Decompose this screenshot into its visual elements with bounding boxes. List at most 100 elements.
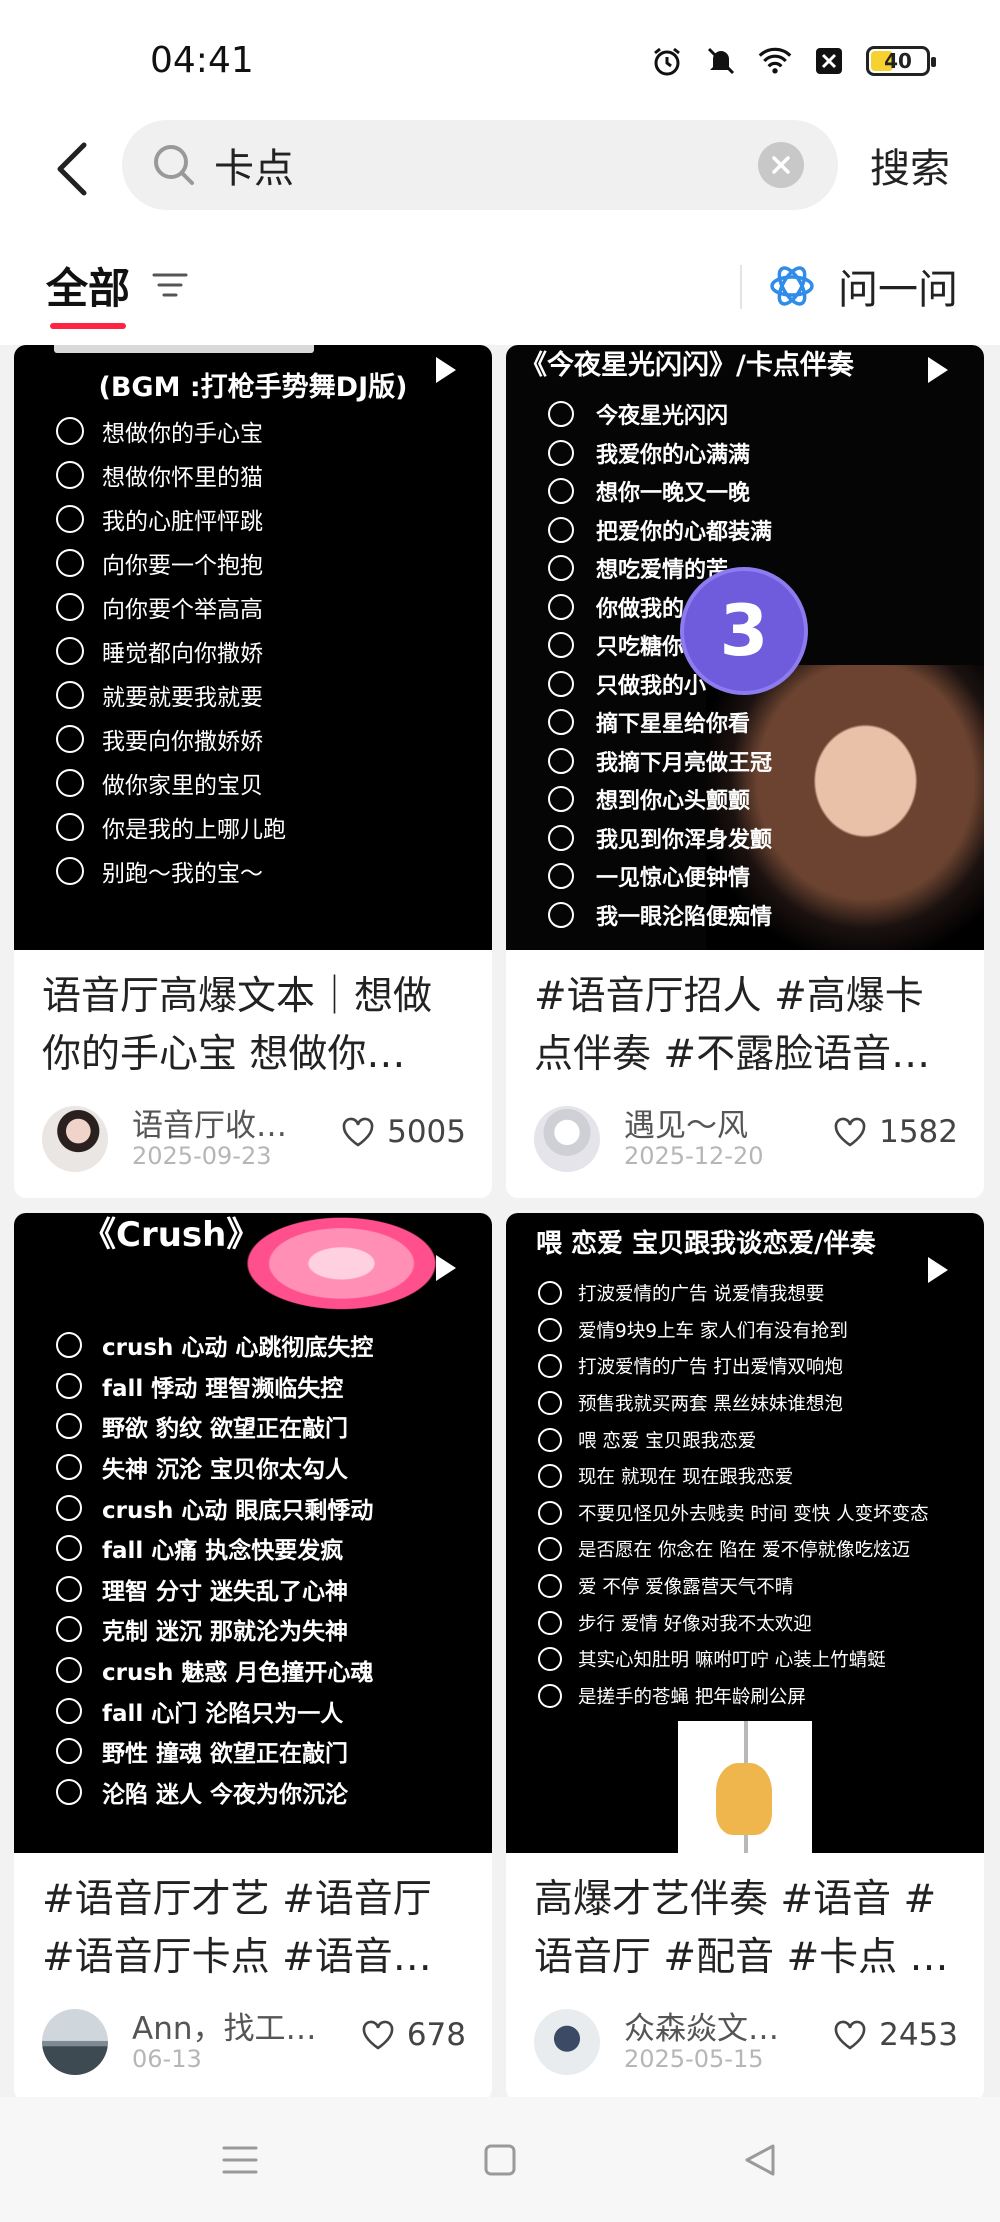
lyric-line: 爱情9块9上车 家人们有没有抢到 xyxy=(538,1312,929,1349)
back-nav-button[interactable] xyxy=(735,2135,785,2185)
lyric-line: 就要就要我就要 xyxy=(56,673,286,717)
lyric-line: 想做你的手心宝 xyxy=(56,409,286,453)
result-card[interactable]: 喂 恋爱 宝贝跟我谈恋爱/伴奏 打波爱情的广告 说爱情我想要 爱情9块9上车 家人… xyxy=(506,1213,984,2097)
checkbox-circle-icon xyxy=(538,1354,562,1379)
result-card[interactable]: 《今夜星光闪闪》/卡点伴奏 今夜星光闪闪 我爱你的心满满 想你一晚又一晚 把爱你的心都… xyxy=(506,345,984,1198)
checkbox-circle-icon xyxy=(56,1494,82,1521)
play-icon xyxy=(436,1255,456,1281)
lyric-text: 想做你的手心宝 xyxy=(102,421,263,447)
author-name: Ann，找工… xyxy=(132,2011,317,2047)
lyric-text: 今夜星光闪闪 xyxy=(596,404,729,430)
checkbox-circle-icon xyxy=(548,478,574,505)
cover-heading: (BGM :打枪手势舞DJ版) xyxy=(98,372,408,403)
like-button[interactable]: 1582 xyxy=(833,1114,958,1150)
menu-icon xyxy=(222,2146,258,2173)
status-bar: 04:41 40 xyxy=(0,0,1000,120)
lyric-text: fall 悸动 理智濒临失控 xyxy=(102,1375,344,1402)
avatar[interactable] xyxy=(42,2009,108,2075)
checkbox-circle-icon xyxy=(538,1391,562,1416)
lyric-text: 我的心脏怦怦跳 xyxy=(102,509,263,535)
ask-button[interactable]: 问一问 xyxy=(768,257,958,315)
like-button[interactable]: 2453 xyxy=(833,2017,958,2053)
lyric-line: fall 悸动 理智濒临失控 xyxy=(56,1366,373,1407)
lyric-text: 我见到你浑身发颤 xyxy=(596,827,773,853)
home-nav-button[interactable] xyxy=(475,2135,525,2185)
avatar[interactable] xyxy=(42,1106,108,1172)
lyric-line: 我见到你浑身发颤 xyxy=(548,819,772,858)
lyric-text: 野欲 豹纹 欲望正在敲门 xyxy=(102,1416,349,1443)
search-input[interactable]: 卡点 xyxy=(122,120,838,210)
lyric-text: 失神 沉沦 宝贝你太勾人 xyxy=(102,1457,349,1484)
lyric-text: 想做你怀里的猫 xyxy=(102,465,263,491)
post-date: 2025-12-20 xyxy=(624,1142,764,1170)
lyric-line: 是搓手的苍蝇 把年龄刷公屏 xyxy=(538,1678,929,1715)
checkbox-circle-icon xyxy=(548,593,574,620)
lyric-text: 打波爱情的广告 打出爱情双响炮 xyxy=(578,1357,843,1379)
lyric-text: 做你家里的宝贝 xyxy=(102,773,263,799)
play-icon xyxy=(436,357,456,383)
like-count: 678 xyxy=(406,2017,466,2053)
result-card[interactable]: (BGM :打枪手势舞DJ版) 想做你的手心宝 想做你怀里的猫 我的心脏怦怦跳 向你要… xyxy=(14,345,492,1198)
checkbox-circle-icon xyxy=(56,1332,82,1359)
result-card[interactable]: 《Crush》 crush 心动 心跳彻底失控 fall 悸动 理智濒临失控 野欲 … xyxy=(14,1213,492,2097)
checkbox-circle-icon xyxy=(538,1683,562,1708)
lyric-line: 想到你心头颤颤 xyxy=(548,780,772,819)
lyric-line: crush 心动 眼底只剩悸动 xyxy=(56,1487,373,1528)
checkbox-circle-icon xyxy=(56,593,84,621)
doge-meme-image xyxy=(678,1721,812,1853)
tab-all[interactable]: 全部 xyxy=(46,255,130,316)
lyric-line: 是否愿在 你念在 陷在 爱不停就像吃炫迈 xyxy=(538,1531,929,1568)
wifi-icon xyxy=(758,44,792,78)
lyric-text: 其实心知肚明 嘛咐叮咛 心装上竹蜻蜓 xyxy=(578,1650,886,1672)
lyric-line: 其实心知肚明 嘛咐叮咛 心装上竹蜻蜓 xyxy=(538,1641,929,1678)
lyric-text: 我爱你的心满满 xyxy=(596,442,751,468)
lyric-line: 我摘下月亮做王冠 xyxy=(548,742,772,781)
lyric-line: 向你要一个抱抱 xyxy=(56,541,286,585)
card-title: 语音厅高爆文本｜想做你的手心宝 想做你… xyxy=(42,974,433,1077)
like-button[interactable]: 5005 xyxy=(341,1114,466,1150)
play-icon xyxy=(928,1257,948,1283)
checkbox-circle-icon xyxy=(56,1575,82,1602)
countdown-number: 3 xyxy=(719,590,769,672)
lyric-text: 向你要个举高高 xyxy=(102,597,263,623)
checkbox-circle-icon xyxy=(548,709,574,736)
like-count: 1582 xyxy=(879,1114,958,1150)
avatar[interactable] xyxy=(534,2009,600,2075)
lyric-text: 我摘下月亮做王冠 xyxy=(596,750,773,776)
post-date: 2025-05-15 xyxy=(624,2045,764,2073)
checkbox-circle-icon xyxy=(56,1535,82,1562)
search-button[interactable]: 搜索 xyxy=(870,136,950,194)
chevron-left-icon xyxy=(57,142,87,196)
back-button[interactable] xyxy=(42,134,102,204)
card-cover: (BGM :打枪手势舞DJ版) 想做你的手心宝 想做你怀里的猫 我的心脏怦怦跳 向你要… xyxy=(14,345,492,950)
lyric-line: 你是我的上哪儿跑 xyxy=(56,805,286,849)
lyric-line: 我要向你撒娇娇 xyxy=(56,717,286,761)
lyric-text: 预售我就买两套 黑丝妹妹谁想泡 xyxy=(578,1394,843,1416)
avatar[interactable] xyxy=(534,1106,600,1172)
lyric-text: 打波爱情的广告 说爱情我想要 xyxy=(578,1284,825,1306)
system-nav-bar xyxy=(0,2097,1000,2222)
checkbox-circle-icon xyxy=(56,505,84,533)
checkbox-circle-icon xyxy=(538,1574,562,1599)
lyric-line: 想你一晚又一晚 xyxy=(548,472,772,511)
checkbox-circle-icon xyxy=(56,1372,82,1399)
lyric-text: fall 心痛 执念快要发疯 xyxy=(102,1538,344,1565)
checkbox-circle-icon xyxy=(56,1738,82,1765)
no-sim-icon xyxy=(812,44,846,78)
menu-nav-button[interactable] xyxy=(215,2135,265,2185)
checkbox-circle-icon xyxy=(548,824,574,851)
cover-heading: 《今夜星光闪闪》/卡点伴奏 xyxy=(520,350,854,381)
filter-icon[interactable] xyxy=(150,265,190,305)
card-cover: 《Crush》 crush 心动 心跳彻底失控 fall 悸动 理智濒临失控 野欲 … xyxy=(14,1213,492,1853)
card-title: 高爆才艺伴奏 #语音 #语音厅 #配音 #卡点 … xyxy=(534,1877,949,1980)
checkbox-circle-icon xyxy=(56,1413,82,1440)
heart-icon xyxy=(834,1117,866,1147)
card-cover: 《今夜星光闪闪》/卡点伴奏 今夜星光闪闪 我爱你的心满满 想你一晚又一晚 把爱你的心都… xyxy=(506,345,984,950)
search-header: 卡点 搜索 xyxy=(0,120,1000,235)
author-name: 众森焱文… xyxy=(624,2011,779,2047)
like-button[interactable]: 678 xyxy=(361,2017,466,2053)
checkbox-circle-icon xyxy=(538,1281,562,1306)
clear-search-button[interactable] xyxy=(758,142,804,188)
lyric-text: 向你要一个抱抱 xyxy=(102,553,263,579)
lyric-text: 就要就要我就要 xyxy=(102,685,263,711)
